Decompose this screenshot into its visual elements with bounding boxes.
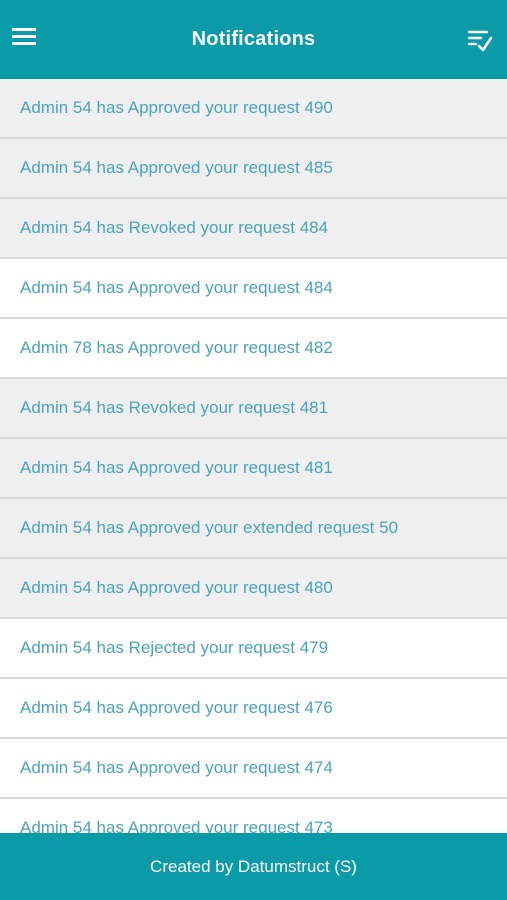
notification-text: Admin 54 has Approved your request 480: [20, 578, 333, 597]
notification-item[interactable]: Admin 54 has Approved your request 476: [0, 679, 507, 739]
page-title: Notifications: [191, 28, 316, 50]
mark-all-read-glyph: [467, 30, 493, 52]
menu-line: [12, 28, 36, 31]
notification-text: Admin 54 has Approved your request 490: [20, 98, 333, 117]
notification-text: Admin 54 has Approved your request 485: [20, 158, 333, 177]
notification-item[interactable]: Admin 54 has Approved your request 480: [0, 559, 507, 619]
notification-item[interactable]: Admin 54 has Approved your request 484: [0, 259, 507, 319]
notification-item[interactable]: Admin 54 has Approved your request 473: [0, 799, 507, 833]
notification-text: Admin 54 has Approved your extended requ…: [20, 518, 399, 537]
notification-text: Admin 54 has Revoked your request 481: [20, 398, 329, 417]
notification-item[interactable]: Admin 78 has Approved your request 482: [0, 319, 507, 379]
menu-line: [12, 35, 36, 38]
notification-item[interactable]: Admin 54 has Approved your extended requ…: [0, 499, 507, 559]
footer-credit: Created by Datumstruct (S): [150, 856, 357, 876]
notification-text: Admin 54 has Revoked your request 484: [20, 218, 329, 237]
notification-list[interactable]: Admin 54 has Approved your request 490 Ad…: [0, 79, 507, 833]
notification-text: Admin 78 has Approved your request 482: [20, 338, 333, 357]
notification-text: Admin 54 has Approved your request 473: [20, 818, 333, 833]
mark-all-read-icon[interactable]: [467, 27, 493, 53]
notification-text: Admin 54 has Approved your request 481: [20, 458, 333, 477]
notification-item[interactable]: Admin 54 has Revoked your request 481: [0, 379, 507, 439]
notification-text: Admin 54 has Approved your request 476: [20, 698, 333, 717]
notification-item[interactable]: Admin 54 has Revoked your request 484: [0, 199, 507, 259]
top-bar: Notifications: [0, 0, 507, 79]
footer-bar: Created by Datumstruct (S): [0, 833, 507, 900]
menu-line: [12, 42, 36, 45]
notification-item[interactable]: Admin 54 has Rejected your request 479: [0, 619, 507, 679]
notification-item[interactable]: Admin 54 has Approved your request 490: [0, 79, 507, 139]
notification-text: Admin 54 has Approved your request 474: [20, 758, 333, 777]
notification-item[interactable]: Admin 54 has Approved your request 485: [0, 139, 507, 199]
notification-item[interactable]: Admin 54 has Approved your request 481: [0, 439, 507, 499]
app-screen: Notifications Admin 54 has Approved your…: [0, 0, 507, 900]
notification-item[interactable]: Admin 54 has Approved your request 474: [0, 739, 507, 799]
notification-text: Admin 54 has Approved your request 484: [20, 278, 333, 297]
notification-text: Admin 54 has Rejected your request 479: [20, 638, 329, 657]
hamburger-menu-icon[interactable]: [12, 28, 36, 50]
